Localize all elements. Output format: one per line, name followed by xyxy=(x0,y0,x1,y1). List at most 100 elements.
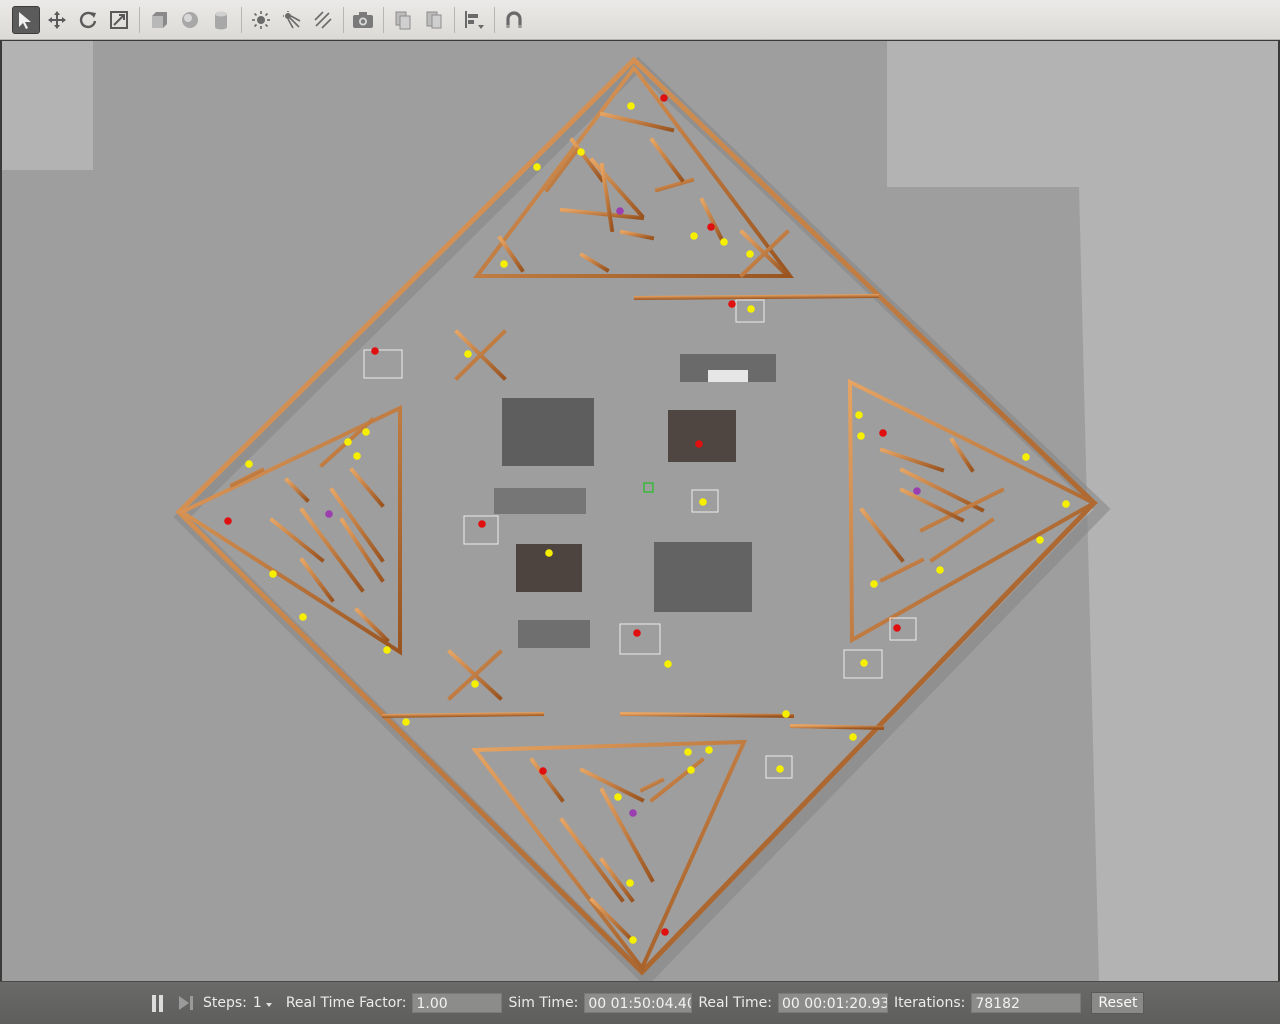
building-grey xyxy=(654,542,752,612)
directional-light-button[interactable] xyxy=(309,6,337,34)
purple-marker xyxy=(629,809,637,817)
purple-marker xyxy=(616,207,624,215)
translate-tool-button[interactable] xyxy=(43,6,71,34)
toolbar xyxy=(0,0,1280,40)
ground-tile-light xyxy=(2,41,93,170)
paste-button[interactable] xyxy=(420,6,448,34)
spot-light-icon xyxy=(283,10,301,28)
yellow-marker xyxy=(1022,453,1030,461)
align-button[interactable] xyxy=(460,6,488,34)
yellow-marker xyxy=(855,411,863,419)
maze-wall xyxy=(381,711,545,719)
arrow-cursor-icon xyxy=(19,11,31,29)
snap-button[interactable] xyxy=(500,6,528,34)
reset-button[interactable]: Reset xyxy=(1091,992,1145,1014)
cylinder-shape-icon xyxy=(215,11,227,29)
magnet-icon xyxy=(506,10,522,28)
yellow-marker xyxy=(746,250,754,258)
yellow-marker xyxy=(353,452,361,460)
yellow-marker xyxy=(776,765,784,773)
yellow-marker xyxy=(383,646,391,654)
yellow-marker xyxy=(614,793,622,801)
box-shape-icon xyxy=(152,11,167,28)
iterations-label: Iterations: xyxy=(893,995,966,1011)
maze-wall xyxy=(619,711,795,719)
yellow-marker xyxy=(782,710,790,718)
scene-render[interactable] xyxy=(2,41,1278,981)
move-arrows-icon xyxy=(48,10,66,29)
red-marker xyxy=(224,517,232,525)
red-marker xyxy=(893,624,901,632)
scene-viewport[interactable] xyxy=(2,41,1278,981)
point-light-icon xyxy=(252,10,270,29)
cylinder-shape-button[interactable] xyxy=(207,6,235,34)
yellow-marker xyxy=(245,460,253,468)
yellow-marker xyxy=(629,936,637,944)
toolbar-separator xyxy=(454,6,455,33)
real-time-label: Real Time: xyxy=(698,995,772,1011)
building-highlight xyxy=(708,370,748,382)
select-tool-button[interactable] xyxy=(12,5,40,34)
toolbar-separator xyxy=(343,6,344,33)
yellow-marker xyxy=(344,438,352,446)
maze-wall xyxy=(633,293,880,301)
toolbar-separator xyxy=(383,6,384,33)
camera-icon xyxy=(353,11,373,28)
sim-time-label: Sim Time: xyxy=(508,995,579,1011)
red-marker xyxy=(633,629,641,637)
rotate-icon xyxy=(79,11,97,28)
steps-label: Steps: xyxy=(203,995,247,1011)
red-marker xyxy=(879,429,887,437)
steps-value[interactable]: 1 xyxy=(253,995,262,1011)
iterations-field: 78182 xyxy=(971,993,1082,1013)
step-icon[interactable] xyxy=(177,994,195,1012)
purple-marker xyxy=(325,510,333,518)
yellow-marker xyxy=(747,305,755,313)
yellow-marker xyxy=(471,680,479,688)
yellow-marker xyxy=(857,432,865,440)
status-bar: Steps: 1 Real Time Factor: 1.00 Sim Time… xyxy=(0,981,1280,1024)
yellow-marker xyxy=(936,566,944,574)
screenshot-button[interactable] xyxy=(349,6,377,34)
pause-icon[interactable] xyxy=(152,994,163,1012)
yellow-marker xyxy=(687,766,695,774)
chevron-down-icon[interactable] xyxy=(264,1000,274,1010)
purple-marker xyxy=(913,487,921,495)
yellow-marker xyxy=(860,659,868,667)
building-dark xyxy=(668,410,736,462)
yellow-marker xyxy=(705,746,713,754)
point-light-button[interactable] xyxy=(247,6,275,34)
sphere-shape-button[interactable] xyxy=(176,6,204,34)
scale-icon xyxy=(110,10,128,29)
toolbar-separator xyxy=(494,6,495,33)
copy-button[interactable] xyxy=(389,6,417,34)
rotate-tool-button[interactable] xyxy=(74,6,102,34)
yellow-marker xyxy=(690,232,698,240)
red-marker xyxy=(478,520,486,528)
yellow-marker xyxy=(299,613,307,621)
paste-icon xyxy=(426,11,442,28)
red-marker xyxy=(707,223,715,231)
yellow-marker xyxy=(720,238,728,246)
yellow-marker xyxy=(1036,536,1044,544)
yellow-marker xyxy=(684,748,692,756)
sim-time-field: 00 01:50:04.407 xyxy=(584,993,693,1013)
yellow-marker xyxy=(533,163,541,171)
real-time-field: 00 00:01:20.932 xyxy=(777,993,888,1013)
spot-light-button[interactable] xyxy=(278,6,306,34)
red-marker xyxy=(660,94,668,102)
align-icon xyxy=(465,10,484,29)
yellow-marker xyxy=(627,102,635,110)
directional-light-icon xyxy=(314,10,332,29)
yellow-marker xyxy=(870,580,878,588)
building-grey xyxy=(502,398,594,466)
box-shape-button[interactable] xyxy=(145,6,173,34)
yellow-marker xyxy=(362,428,370,436)
yellow-marker xyxy=(402,718,410,726)
yellow-marker xyxy=(849,733,857,741)
yellow-marker xyxy=(464,350,472,358)
red-marker xyxy=(728,300,736,308)
sphere-shape-icon xyxy=(182,11,198,28)
scale-tool-button[interactable] xyxy=(105,6,133,34)
maze-wall xyxy=(789,723,885,731)
